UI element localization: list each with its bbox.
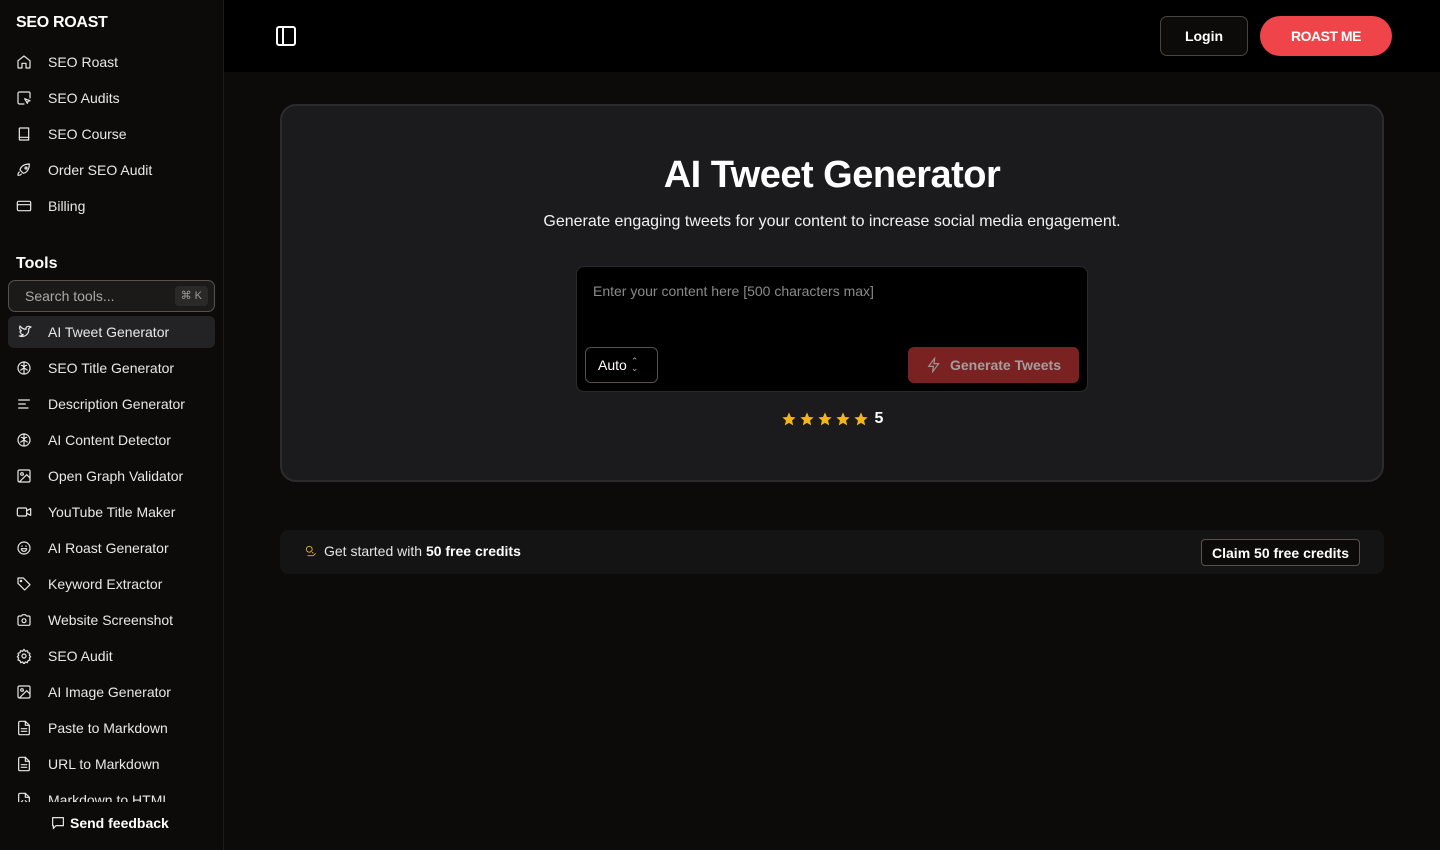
tool-card: AI Tweet Generator Generate engaging twe… [280,104,1384,482]
page-subtitle: Generate engaging tweets for your conten… [543,213,1121,230]
rating: 5 [282,410,1382,428]
page-title: AI Tweet Generator [663,154,1001,196]
login-button[interactable]: Login [1160,16,1248,56]
home-icon [16,54,32,70]
credits-banner: Get started with 50 free credits Claim 5… [280,530,1384,574]
gear-icon [16,648,32,664]
tool-search[interactable]: ⌘ K [8,280,215,312]
zap-icon [927,357,940,373]
file-text-icon [16,720,32,736]
camera-icon [16,612,32,628]
nav-item-label: Billing [48,198,86,214]
claim-credits-button[interactable]: Claim 50 free credits [1201,539,1360,566]
feedback-label: Send feedback [70,815,169,831]
brain-icon [16,360,32,376]
credits-text: Get started with 50 free credits [324,543,521,559]
smile-icon [16,540,32,556]
generate-label: Generate Tweets [949,357,1061,373]
tool-item-description-generator[interactable]: Description Generator [8,388,215,420]
cursor-square-icon [16,90,32,106]
nav-item-label: Order SEO Audit [48,162,153,178]
tool-item-paste-to-markdown[interactable]: Paste to Markdown [8,712,215,744]
tag-icon [16,576,32,592]
sidebar: SEO ROAST SEO Roast SEO Audits SEO Course O… [0,0,224,850]
tools-list[interactable]: AI Tweet Generator SEO Title Generator Des… [8,316,215,802]
rocket-icon [16,162,32,178]
sidebar-item-seo-audits[interactable]: SEO Audits [8,82,215,114]
nav-item-label: Keyword Extractor [48,576,163,592]
tool-item-markdown-to-html[interactable]: Markdown to HTML [8,784,215,802]
tool-item-seo-title-generator[interactable]: SEO Title Generator [8,352,215,384]
chevrons-up-down-icon: ⌃ ⌄ [630,356,639,373]
credit-card-icon [16,198,32,214]
message-icon [52,817,64,830]
video-icon [16,504,32,520]
twitter-icon [16,324,32,340]
star-icon [799,411,815,427]
tone-select-value: Auto [598,357,627,373]
tool-item-ai-roast-generator[interactable]: AI Roast Generator [8,532,215,564]
nav-item-label: Markdown to HTML [48,792,171,802]
nav-item-label: SEO Audit [48,648,113,664]
brain-icon [16,432,32,448]
file-code-icon [16,792,32,802]
star-icon [835,411,851,427]
align-left-icon [16,396,32,412]
nav-item-label: AI Image Generator [48,684,171,700]
sidebar-toggle-button[interactable] [274,24,298,48]
brand-logo[interactable]: SEO ROAST [16,14,108,32]
nav-item-label: AI Content Detector [48,432,171,448]
nav-item-label: SEO Course [48,126,127,142]
nav-item-label: YouTube Title Maker [48,504,176,520]
send-feedback-button[interactable]: Send feedback [50,815,169,831]
sidebar-item-billing[interactable]: Billing [8,190,215,222]
tool-item-keyword-extractor[interactable]: Keyword Extractor [8,568,215,600]
tool-item-url-to-markdown[interactable]: URL to Markdown [8,748,215,780]
nav-item-label: Open Graph Validator [48,468,184,484]
shortcut-hint: ⌘ K [174,286,208,306]
star-icon [781,411,797,427]
book-icon [16,126,32,142]
nav-item-label: SEO Audits [48,90,120,106]
tool-item-open-graph-validator[interactable]: Open Graph Validator [8,460,215,492]
content-textarea[interactable] [593,283,1073,343]
roast-me-button[interactable]: ROAST ME [1260,16,1392,56]
star-icon [817,411,833,427]
tone-select[interactable]: Auto ⌃ ⌄ [585,347,658,383]
sidebar-item-order-seo-audit[interactable]: Order SEO Audit [8,154,215,186]
image-icon [16,468,32,484]
tools-section-title: Tools [16,255,58,272]
nav-item-label: Description Generator [48,396,185,412]
file-text-icon [16,756,32,772]
nav-item-label: URL to Markdown [48,756,160,772]
star-icon [853,411,869,427]
coins-icon [304,544,318,558]
credits-highlight: 50 free credits [425,543,521,559]
tool-item-ai-image-generator[interactable]: AI Image Generator [8,676,215,708]
search-tools-input[interactable] [25,288,175,304]
tool-item-ai-tweet-generator[interactable]: AI Tweet Generator [8,316,215,348]
nav-item-label: Website Screenshot [48,612,174,628]
panel-left-icon [276,26,296,46]
content-input-box: Auto ⌃⌄ Generate Tweets [576,266,1088,392]
image-icon [16,684,32,700]
credits-prefix: Get started with [324,543,426,559]
sidebar-item-seo-course[interactable]: SEO Course [8,118,215,150]
main-nav: SEO Roast SEO Audits SEO Course Order SEO A… [8,46,215,226]
nav-item-label: Paste to Markdown [48,720,168,736]
tool-item-website-screenshot[interactable]: Website Screenshot [8,604,215,636]
rating-value: 5 [874,410,884,427]
nav-item-label: SEO Title Generator [48,360,175,376]
tool-item-youtube-title-maker[interactable]: YouTube Title Maker [8,496,215,528]
nav-item-label: SEO Roast [48,54,119,70]
nav-item-label: AI Roast Generator [48,540,169,556]
nav-item-label: AI Tweet Generator [48,324,170,340]
tool-item-seo-audit[interactable]: SEO Audit [8,640,215,672]
sidebar-item-seo-roast[interactable]: SEO Roast [8,46,215,78]
top-bar: Login ROAST ME [224,0,1440,72]
tool-item-ai-content-detector[interactable]: AI Content Detector [8,424,215,456]
generate-tweets-button[interactable]: Generate Tweets [908,347,1079,383]
